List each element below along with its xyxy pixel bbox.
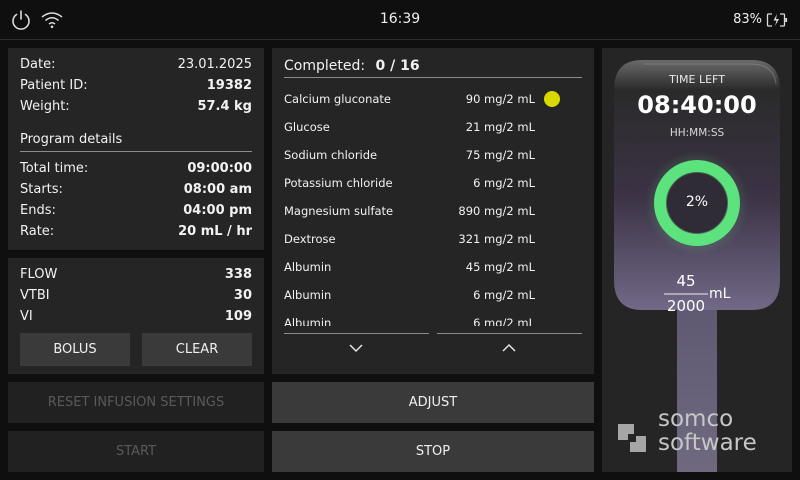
vtbi-value: 30 (233, 288, 252, 303)
chevron-up-icon[interactable] (501, 342, 517, 354)
flow-value: 338 (224, 267, 252, 282)
volume-unit: mL (709, 286, 731, 302)
rate-label: Rate: (20, 224, 55, 239)
starts-label: Starts: (20, 182, 63, 197)
patient-id-row: Patient ID: 19382 (20, 78, 252, 93)
brand-name-line2: software (658, 430, 757, 456)
volume-done: 45 (676, 272, 696, 290)
scroll-down-divider (284, 333, 429, 334)
list-item[interactable]: Glucose 21 mg/2 mL (284, 117, 560, 137)
medication-dose: 75 mg/2 mL (465, 148, 535, 162)
time-left-label: TIME LEFT (669, 73, 725, 86)
medication-dose: 90 mg/2 mL (465, 92, 535, 106)
active-indicator-dot (544, 91, 560, 107)
date-value: 23.01.2025 (177, 57, 252, 72)
total-time-label: Total time: (20, 161, 89, 176)
reset-infusion-settings-button[interactable]: RESET INFUSION SETTINGS (8, 382, 264, 423)
medication-name: Albumin (284, 288, 332, 302)
vtbi-row: VTBI 30 (20, 288, 252, 303)
flow-panel: FLOW 338 VTBI 30 VI 109 BOLUS CLEAR (8, 258, 264, 374)
weight-label: Weight: (20, 99, 70, 114)
list-item[interactable]: Magnesium sulfate 890 mg/2 mL (284, 201, 560, 221)
starts-value: 08:00 am (183, 182, 252, 197)
completed-header: Completed: 0 / 16 (284, 58, 420, 74)
program-divider (20, 151, 252, 152)
medication-name: Potassium chloride (284, 176, 393, 190)
list-item[interactable]: Calcium gluconate 90 mg/2 mL (284, 89, 560, 109)
date-row: Date: 23.01.2025 (20, 57, 252, 72)
scroll-up-divider (437, 333, 582, 334)
medication-dose: 21 mg/2 mL (465, 120, 535, 134)
completed-label: Completed: (284, 58, 366, 74)
clock: 16:39 (379, 11, 421, 27)
volume-total: 2000 (666, 297, 706, 315)
medication-panel: Completed: 0 / 16 Calcium gluconate 90 m… (272, 48, 594, 374)
list-item[interactable]: Albumin 6 mg/2 mL (284, 285, 560, 305)
brand-name-line1: somco (658, 406, 734, 432)
medication-dose: 321 mg/2 mL (458, 232, 535, 246)
ends-value: 04:00 pm (183, 203, 252, 218)
vi-row: VI 109 (20, 309, 252, 324)
list-item[interactable]: Dextrose 321 mg/2 mL (284, 229, 560, 249)
time-left-value: 08:40:00 (637, 91, 757, 119)
list-item[interactable]: Albumin 6 mg/2 mL (284, 313, 560, 326)
vtbi-label: VTBI (20, 288, 50, 303)
medication-list[interactable]: Calcium gluconate 90 mg/2 mL Glucose 21 … (272, 86, 594, 326)
medication-name: Sodium chloride (284, 148, 378, 162)
weight-value: 57.4 kg (197, 99, 252, 114)
clear-button[interactable]: CLEAR (142, 333, 252, 366)
list-item[interactable]: Sodium chloride 75 mg/2 mL (284, 145, 560, 165)
battery-percentage: 83% (733, 12, 762, 27)
status-bar: 16:39 83% (0, 0, 800, 40)
patient-id-value: 19382 (206, 78, 252, 93)
brand-logo: somco software (614, 406, 790, 462)
vi-label: VI (20, 309, 33, 324)
flow-label: FLOW (20, 267, 58, 282)
medication-dose: 890 mg/2 mL (458, 204, 535, 218)
weight-row: Weight: 57.4 kg (20, 99, 252, 114)
medication-dose: 6 mg/2 mL (473, 176, 535, 190)
medication-name: Albumin (284, 260, 332, 274)
medication-dose: 6 mg/2 mL (473, 316, 535, 326)
vi-value: 109 (224, 309, 252, 324)
rate-value: 20 mL / hr (178, 224, 252, 239)
logo-mark-icon (618, 424, 646, 452)
medication-name: Glucose (284, 120, 330, 134)
start-button[interactable]: START (8, 431, 264, 472)
completed-divider (284, 77, 582, 78)
stop-button[interactable]: STOP (272, 431, 594, 472)
battery-charging-icon (766, 13, 788, 27)
time-format-label: HH:MM:SS (669, 127, 725, 139)
medication-name: Magnesium sulfate (284, 204, 394, 218)
list-item[interactable]: Potassium chloride 6 mg/2 mL (284, 173, 560, 193)
program-details-heading: Program details (20, 132, 123, 147)
progress-percent: 2% (685, 194, 709, 210)
medication-dose: 45 mg/2 mL (465, 260, 535, 274)
medication-name: Calcium gluconate (284, 92, 391, 106)
medication-name: Dextrose (284, 232, 336, 246)
ends-label: Ends: (20, 203, 56, 218)
date-label: Date: (20, 57, 56, 72)
ends-row: Ends: 04:00 pm (20, 203, 252, 218)
medication-name: Albumin (284, 316, 332, 326)
adjust-button[interactable]: ADJUST (272, 382, 594, 423)
total-time-value: 09:00:00 (187, 161, 252, 176)
chevron-down-icon[interactable] (348, 342, 364, 354)
patient-id-label: Patient ID: (20, 78, 88, 93)
iv-bag-panel: TIME LEFT 08:40:00 HH:MM:SS 2% 45 2000 m… (602, 48, 792, 472)
patient-program-panel: Date: 23.01.2025 Patient ID: 19382 Weigh… (8, 48, 264, 250)
rate-row: Rate: 20 mL / hr (20, 224, 252, 239)
bolus-button[interactable]: BOLUS (20, 333, 130, 366)
completed-count: 0 / 16 (375, 58, 420, 74)
flow-row: FLOW 338 (20, 267, 252, 282)
medication-dose: 6 mg/2 mL (473, 288, 535, 302)
list-item[interactable]: Albumin 45 mg/2 mL (284, 257, 560, 277)
starts-row: Starts: 08:00 am (20, 182, 252, 197)
total-time-row: Total time: 09:00:00 (20, 161, 252, 176)
